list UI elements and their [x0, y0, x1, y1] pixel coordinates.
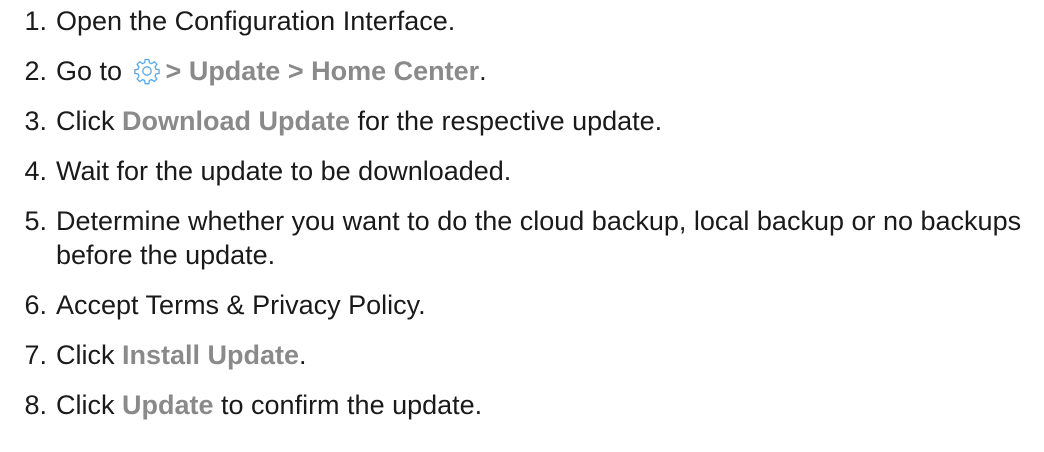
step-text: Click Download Update for the respective… — [56, 104, 1031, 138]
step-3: 3. Click Download Update for the respect… — [0, 104, 1044, 138]
step-text: Accept Terms & Privacy Policy. — [56, 288, 1031, 322]
step-text: Open the Configuration Interface. — [56, 4, 1031, 38]
step-text-part: Click — [56, 340, 122, 370]
step-text-part: for the respective update. — [350, 106, 663, 136]
step-6: 6. Accept Terms & Privacy Policy. — [0, 288, 1044, 322]
step-1: 1. Open the Configuration Interface. — [0, 4, 1044, 38]
step-text-part: Go to — [56, 56, 130, 86]
step-text: Wait for the update to be downloaded. — [56, 154, 1031, 188]
step-text-part: to confirm the update. — [213, 390, 483, 420]
step-number: 4. — [24, 156, 47, 186]
step-text-part: Wait for the update to be downloaded. — [56, 156, 512, 186]
step-text-part: Click — [56, 106, 122, 136]
step-8: 8. Click Update to confirm the update. — [0, 388, 1044, 422]
download-update-label: Download Update — [122, 106, 350, 136]
update-label: Update — [122, 390, 214, 420]
step-text: Go to > Update > Home Center. — [56, 54, 1031, 88]
step-7: 7. Click Install Update. — [0, 338, 1044, 372]
step-text: Determine whether you want to do the clo… — [56, 204, 1031, 272]
step-text-part: Click — [56, 390, 122, 420]
step-4: 4. Wait for the update to be downloaded. — [0, 154, 1044, 188]
step-5: 5. Determine whether you want to do the … — [0, 204, 1044, 272]
step-number: 1. — [24, 6, 47, 36]
step-number: 6. — [24, 290, 47, 320]
step-text: Click Install Update. — [56, 338, 1031, 372]
install-update-label: Install Update — [122, 340, 300, 370]
instruction-steps: 1. Open the Configuration Interface. 2. … — [0, 4, 1044, 422]
gear-icon — [132, 56, 162, 86]
step-2: 2. Go to > Update > Home Center. — [0, 54, 1044, 88]
step-text-part: Accept Terms & Privacy Policy. — [56, 290, 426, 320]
step-number: 3. — [24, 106, 47, 136]
step-text: Click Update to confirm the update. — [56, 388, 1031, 422]
step-text-part: . — [299, 340, 307, 370]
step-text-part: . — [479, 56, 487, 86]
step-text-part: Determine whether you want to do the clo… — [56, 206, 1022, 270]
step-number: 7. — [24, 340, 47, 370]
step-number: 8. — [24, 390, 47, 420]
step-text-part: Open the Configuration Interface. — [56, 6, 456, 36]
step-number: 5. — [24, 206, 47, 236]
menu-path: > Update > Home Center — [165, 56, 480, 86]
step-number: 2. — [24, 56, 47, 86]
